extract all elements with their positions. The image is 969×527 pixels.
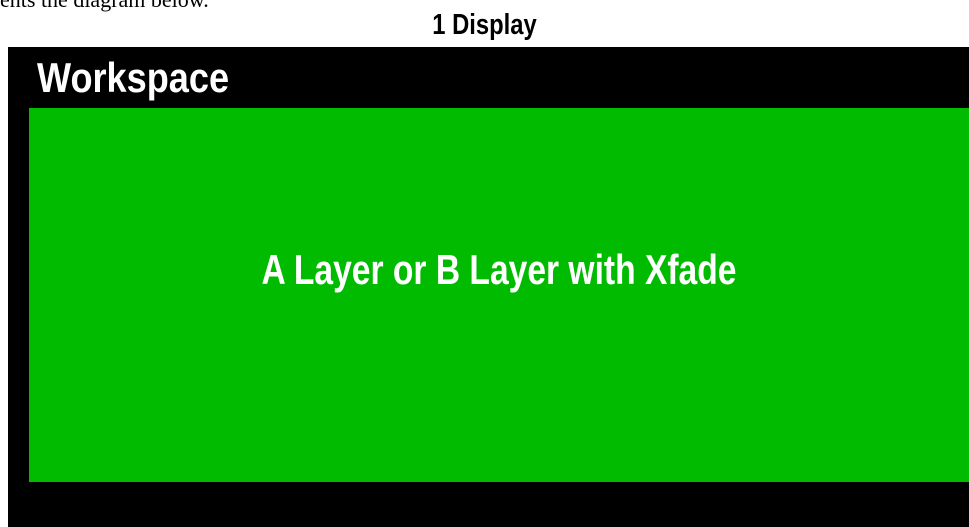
workspace-label: Workspace: [37, 54, 230, 101]
layer-description: A Layer or B Layer with Xfade: [261, 246, 737, 293]
workspace-area: A Layer or B Layer with Xfade: [29, 108, 969, 482]
display-title: 1 Display: [432, 9, 537, 41]
